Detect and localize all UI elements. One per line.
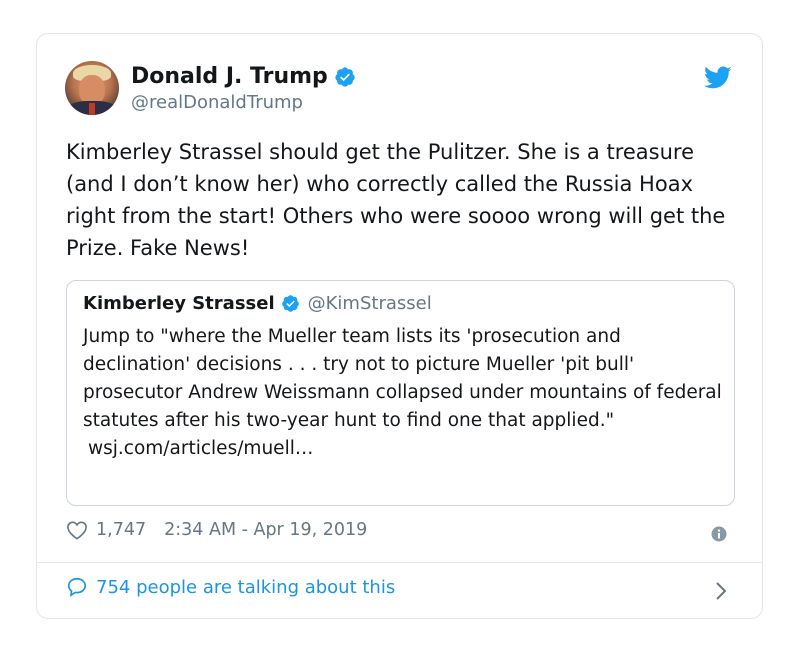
heart-icon[interactable] — [66, 520, 88, 540]
quoted-author-handle: @KimStrassel — [307, 293, 432, 314]
quoted-tweet-text: Jump to "where the Mueller team lists it… — [83, 326, 722, 431]
author-name-row[interactable]: Donald J. Trump — [131, 64, 356, 89]
speech-bubble-icon — [67, 577, 87, 597]
quoted-tweet[interactable]: Kimberley Strassel @KimStrassel Jump to … — [66, 280, 735, 506]
tweet-text: Kimberley Strassel should get the Pulitz… — [66, 140, 726, 260]
author-handle[interactable]: @realDonaldTrump — [131, 92, 303, 113]
verified-badge-icon — [281, 295, 299, 312]
quoted-author-name: Kimberley Strassel — [83, 293, 275, 314]
embedded-tweet-card: Donald J. Trump @realDonaldTrump Kimberl… — [36, 33, 763, 619]
like-count[interactable]: 1,747 — [96, 520, 146, 540]
conversation-link[interactable]: 754 people are talking about this — [66, 576, 395, 598]
tweet-meta-row: 1,747 2:34 AM - Apr 19, 2019 — [66, 520, 367, 540]
chevron-right-icon[interactable] — [714, 580, 728, 602]
info-icon[interactable] — [711, 526, 727, 542]
tweet-timestamp[interactable]: 2:34 AM - Apr 19, 2019 — [164, 520, 367, 540]
author-avatar[interactable] — [65, 61, 119, 115]
author-name[interactable]: Donald J. Trump — [131, 64, 328, 89]
quoted-author-row: Kimberley Strassel @KimStrassel — [83, 293, 432, 314]
quoted-tweet-body: Jump to "where the Mueller team lists it… — [83, 323, 723, 463]
quoted-tweet-link[interactable]: wsj.com/articles/muell… — [83, 435, 723, 463]
footer-divider — [37, 562, 762, 563]
twitter-bird-icon[interactable] — [704, 66, 732, 90]
verified-badge-icon — [335, 66, 355, 87]
talking-count-text[interactable]: 754 people are talking about this — [96, 577, 395, 598]
